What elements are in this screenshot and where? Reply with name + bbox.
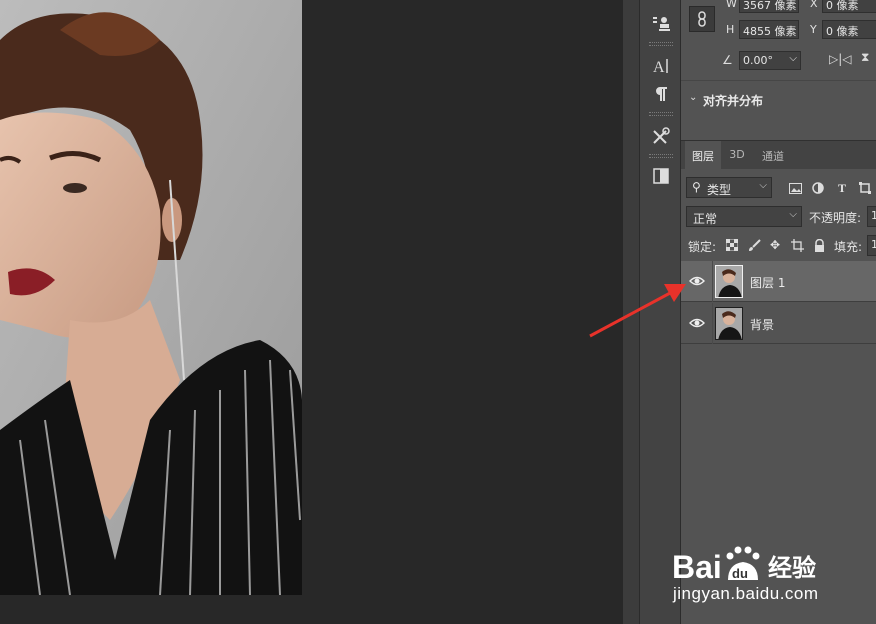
y-label: Y [810,23,817,36]
svg-text:du: du [732,566,748,581]
image-filter-icon[interactable] [787,180,803,196]
move-icon[interactable]: ✥ [767,237,783,253]
fill-field[interactable]: 1 [867,235,876,256]
lock-label: 锁定: [688,240,717,254]
chevron-down-icon[interactable]: ⌄ [689,92,697,103]
layer-thumbnail [715,307,743,340]
eye-icon[interactable] [689,315,705,331]
tools-icon[interactable] [648,124,674,148]
adjustment-filter-icon[interactable] [810,180,826,196]
character-icon[interactable]: A [648,54,674,78]
height-label: H [726,23,735,36]
svg-text:Bai: Bai [672,549,722,585]
brush-icon[interactable] [746,237,762,253]
fill-label: 填充: [834,240,863,254]
shape-filter-icon[interactable] [857,180,873,196]
lock-icon[interactable] [811,237,827,253]
width-label: W [726,0,737,10]
eye-icon[interactable] [689,273,705,289]
layer-row[interactable]: 背景 [681,303,876,344]
watermark-brand-cn: 经验 [768,554,816,582]
layer-name[interactable]: 背景 [750,316,774,333]
chevron-down-icon: ⌵ [789,209,797,220]
strip-divider [649,42,673,46]
layer-thumbnail [715,265,743,298]
link-icon[interactable] [689,6,715,32]
filter-value: 类型 [707,183,732,197]
angle-field[interactable]: 0.00° ⌵ [739,51,801,70]
strip-divider [649,154,673,158]
align-distribute-section-title[interactable]: 对齐并分布 [703,92,763,109]
angle-icon: ∠ [722,53,733,67]
document-image[interactable] [0,0,302,595]
type-filter-icon[interactable]: T [834,180,850,196]
paragraph-icon[interactable] [648,82,674,106]
annotation-arrow-icon [589,284,686,338]
tab-3d[interactable]: 3D [721,141,753,170]
height-field[interactable]: 4855 像素 [739,20,799,39]
layer-row[interactable]: 图层 1 [681,261,876,302]
baidu-watermark: Bai du 经验 jingyan.baidu.com [668,528,838,608]
watermark-url: jingyan.baidu.com [673,584,819,603]
width-field[interactable]: 3567 像素 [739,0,799,13]
baidu-logo: Bai du [672,546,760,585]
x-field[interactable]: 0 像素 [822,0,876,13]
y-field[interactable]: 0 像素 [822,20,876,39]
properties-panel: W 3567 像素 X 0 像素 H 4855 像素 Y 0 像素 ∠ 0.00… [681,0,876,138]
lock-transparent-icon[interactable] [724,237,740,253]
divider [712,303,713,344]
blend-mode-dropdown[interactable]: 正常 ⌵ [686,206,802,227]
layer-name[interactable]: 图层 1 [750,274,785,291]
svg-text:A: A [653,59,665,76]
layers-tabbar: 图层 3D 通道 [681,140,876,170]
blend-mode-value: 正常 [693,212,718,226]
artboard-icon[interactable] [789,237,805,253]
stamp-icon[interactable] [648,12,674,36]
search-icon: ⚲ [692,180,701,194]
divider [712,261,713,302]
x-label: X [810,0,818,10]
divider [681,80,876,81]
opacity-label: 不透明度: [809,211,862,225]
chevron-down-icon: ⌵ [789,53,797,64]
portrait-photo [0,0,302,595]
tab-channels[interactable]: 通道 [753,141,793,170]
book-icon[interactable] [648,164,674,188]
flip-vertical-icon[interactable]: ⧗ [861,50,869,65]
opacity-field[interactable]: 1 [867,206,876,227]
tab-layers[interactable]: 图层 [685,141,721,170]
chevron-down-icon: ⌵ [759,180,767,191]
strip-divider [649,112,673,116]
layer-filter-dropdown[interactable]: ⚲ 类型 ⌵ [686,177,772,198]
angle-value: 0.00° [743,54,773,67]
flip-horizontal-icon[interactable]: ▷|◁ [829,52,852,66]
